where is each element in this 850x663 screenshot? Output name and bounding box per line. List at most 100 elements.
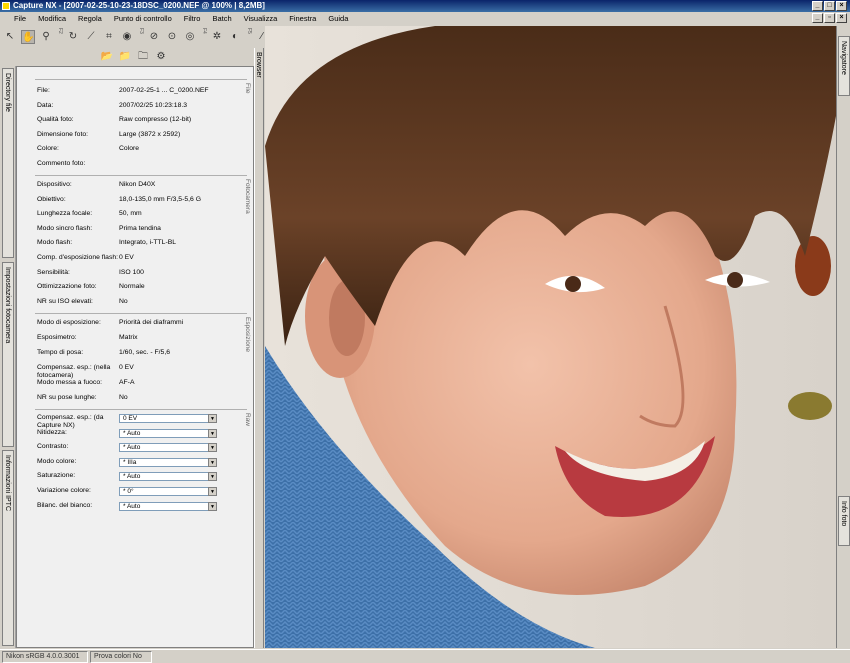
portrait-photo <box>265 26 836 648</box>
minimize-button[interactable]: _ <box>812 1 823 11</box>
info-label: Modo messa a fuoco: <box>37 379 102 386</box>
menu-finestra[interactable]: Finestra <box>289 12 316 25</box>
color-profile-status: Nikon sRGB 4.0.0.3001 <box>2 651 88 663</box>
toolbar-group-label-f2: F2 <box>57 28 63 34</box>
browser-tab-label: Browser <box>255 52 262 78</box>
image-canvas[interactable] <box>265 26 836 648</box>
menu-guida[interactable]: Guida <box>328 12 348 25</box>
menu-punto-di-controllo[interactable]: Punto di controllo <box>114 12 172 25</box>
raw-setting-dropdown[interactable]: * Auto ▼ <box>119 428 217 438</box>
straighten-icon[interactable]: ⟋ <box>84 30 98 44</box>
tab-impostazioni-fotocamera[interactable]: Impostazioni fotocamera <box>2 262 14 447</box>
info-label: Compensaz. esp.: (da Capture NX) <box>37 414 104 429</box>
raw-setting-dropdown[interactable]: * IIIa ▼ <box>119 457 217 467</box>
tab-info-foto[interactable]: Info foto <box>838 496 850 546</box>
settings-gear-icon[interactable]: ⚙ <box>154 50 168 64</box>
info-label: Obiettivo: <box>37 195 66 203</box>
info-label: Bilanc. del bianco: <box>37 501 93 509</box>
info-value: 1/60, sec. - F/5,6 <box>119 349 170 356</box>
dropdown-value: 0 EV <box>123 415 138 422</box>
info-label: Variazione colore: <box>37 487 91 494</box>
info-value: No <box>119 297 128 305</box>
menu-modifica[interactable]: Modifica <box>38 12 66 25</box>
chevron-down-icon[interactable]: ▼ <box>208 487 217 496</box>
info-label: Sensibilità: <box>37 268 70 276</box>
chevron-down-icon[interactable]: ▼ <box>208 457 217 467</box>
right-panel-rail: Navigatore Info foto <box>836 26 850 648</box>
status-bar: Nikon sRGB 4.0.0.3001 Prova colori No <box>0 649 850 663</box>
tab-informazioni-iptc[interactable]: Informazioni IPTC <box>2 450 14 646</box>
doc-close-button[interactable]: × <box>836 13 847 23</box>
info-value: Prima tendina <box>119 224 161 232</box>
dropdown-value: * Auto <box>123 444 141 452</box>
info-label: Lunghezza focale: <box>37 210 93 218</box>
info-label: Ottimizzazione foto: <box>37 283 97 291</box>
info-value: 2007-02-25-1 ... C_0200.NEF <box>119 87 209 94</box>
raw-setting-dropdown[interactable]: * Auto ▼ <box>119 501 217 511</box>
dropdown-value: * Auto <box>123 429 141 437</box>
info-label: Modo di esposizione: <box>37 319 101 326</box>
browser-tab[interactable]: Browser <box>254 48 264 648</box>
doc-restore-button[interactable]: ▫ <box>824 13 835 23</box>
raw-setting-dropdown[interactable]: 0 EV ▼ <box>119 414 217 423</box>
info-value: Nikon D40X <box>119 181 156 188</box>
tab-navigatore[interactable]: Navigatore <box>838 36 850 96</box>
maximize-button[interactable]: □ <box>824 1 835 11</box>
info-label: Comp. d'esposizione flash: <box>37 254 119 261</box>
menu-regola[interactable]: Regola <box>78 12 102 25</box>
left-panel-rail: Directory file Impostazioni fotocamera I… <box>0 66 16 648</box>
tab-directory-file[interactable]: Directory file <box>2 68 14 258</box>
raw-setting-dropdown[interactable]: * Auto ▼ <box>119 472 217 482</box>
chevron-down-icon[interactable]: ▼ <box>208 443 217 453</box>
color-point-icon[interactable]: ◎ <box>183 30 197 44</box>
raw-setting-dropdown[interactable]: * 0° ▼ <box>119 487 217 496</box>
info-value: AF-A <box>119 379 135 386</box>
info-label: Modo sincro flash: <box>37 224 93 232</box>
info-value: 0 EV <box>119 254 134 261</box>
red-eye-icon[interactable]: ◉ <box>120 30 134 44</box>
black-point-icon[interactable]: ⊘ <box>147 30 161 44</box>
section-fotocamera-label: Fotocamera <box>244 179 251 214</box>
menu-filtro[interactable]: Filtro <box>184 12 201 25</box>
info-value: Matrix <box>119 334 138 341</box>
info-label: Nitidezza: <box>37 428 67 436</box>
chevron-down-icon[interactable]: ▼ <box>208 501 217 511</box>
info-value: Normale <box>119 283 145 291</box>
save-folder-icon[interactable]: 📁 <box>118 50 132 64</box>
doc-minimize-button[interactable]: _ <box>812 13 823 23</box>
chevron-down-icon[interactable]: ▼ <box>208 428 217 438</box>
toolbar-group-label-f5: F5 <box>246 28 252 34</box>
raw-setting-dropdown[interactable]: * Auto ▼ <box>119 443 217 453</box>
chevron-down-icon[interactable]: ▼ <box>208 414 217 423</box>
retouch-brush-icon[interactable]: ✲ <box>210 30 224 44</box>
info-value: Large (3872 x 2592) <box>119 130 181 138</box>
arrow-tool-icon[interactable]: ↖ <box>3 30 17 44</box>
info-label: File: <box>37 87 50 94</box>
info-label: Qualità foto: <box>37 116 74 124</box>
white-point-icon[interactable]: ⊙ <box>165 30 179 44</box>
menu-batch[interactable]: Batch <box>212 12 231 25</box>
info-label: Esposimetro: <box>37 334 77 341</box>
info-value: Integrato, i-TTL-BL <box>119 239 177 247</box>
info-label: Tempo di posa: <box>37 349 84 356</box>
eye-icon[interactable]: ◐ <box>228 30 242 44</box>
section-file-label: File <box>244 83 251 94</box>
info-value: 2007/02/25 10:23:18.3 <box>119 101 188 109</box>
close-button[interactable]: × <box>836 1 847 11</box>
info-value: 18,0-135,0 mm F/3,5-5,6 G <box>119 195 201 203</box>
chevron-down-icon[interactable]: ▼ <box>208 472 217 482</box>
hand-tool-icon[interactable]: ✋ <box>21 30 35 44</box>
browse-folder-icon[interactable]: 🗀 <box>136 50 150 64</box>
info-value: 50, mm <box>119 210 142 218</box>
info-label: NR su ISO elevati: <box>37 297 93 305</box>
open-folder-icon[interactable]: 📂 <box>100 50 114 64</box>
dropdown-value: * 0° <box>123 488 134 495</box>
zoom-tool-icon[interactable]: ⚲ <box>39 30 53 44</box>
menu-visualizza[interactable]: Visualizza <box>244 12 278 25</box>
crop-icon[interactable]: ⌗ <box>102 30 116 44</box>
rotate-icon[interactable]: ↻ <box>66 30 80 44</box>
info-value: 0 EV <box>119 364 134 371</box>
info-label: Modo colore: <box>37 457 77 465</box>
dropdown-value: * Auto <box>123 473 141 481</box>
menu-file[interactable]: File <box>14 12 26 25</box>
